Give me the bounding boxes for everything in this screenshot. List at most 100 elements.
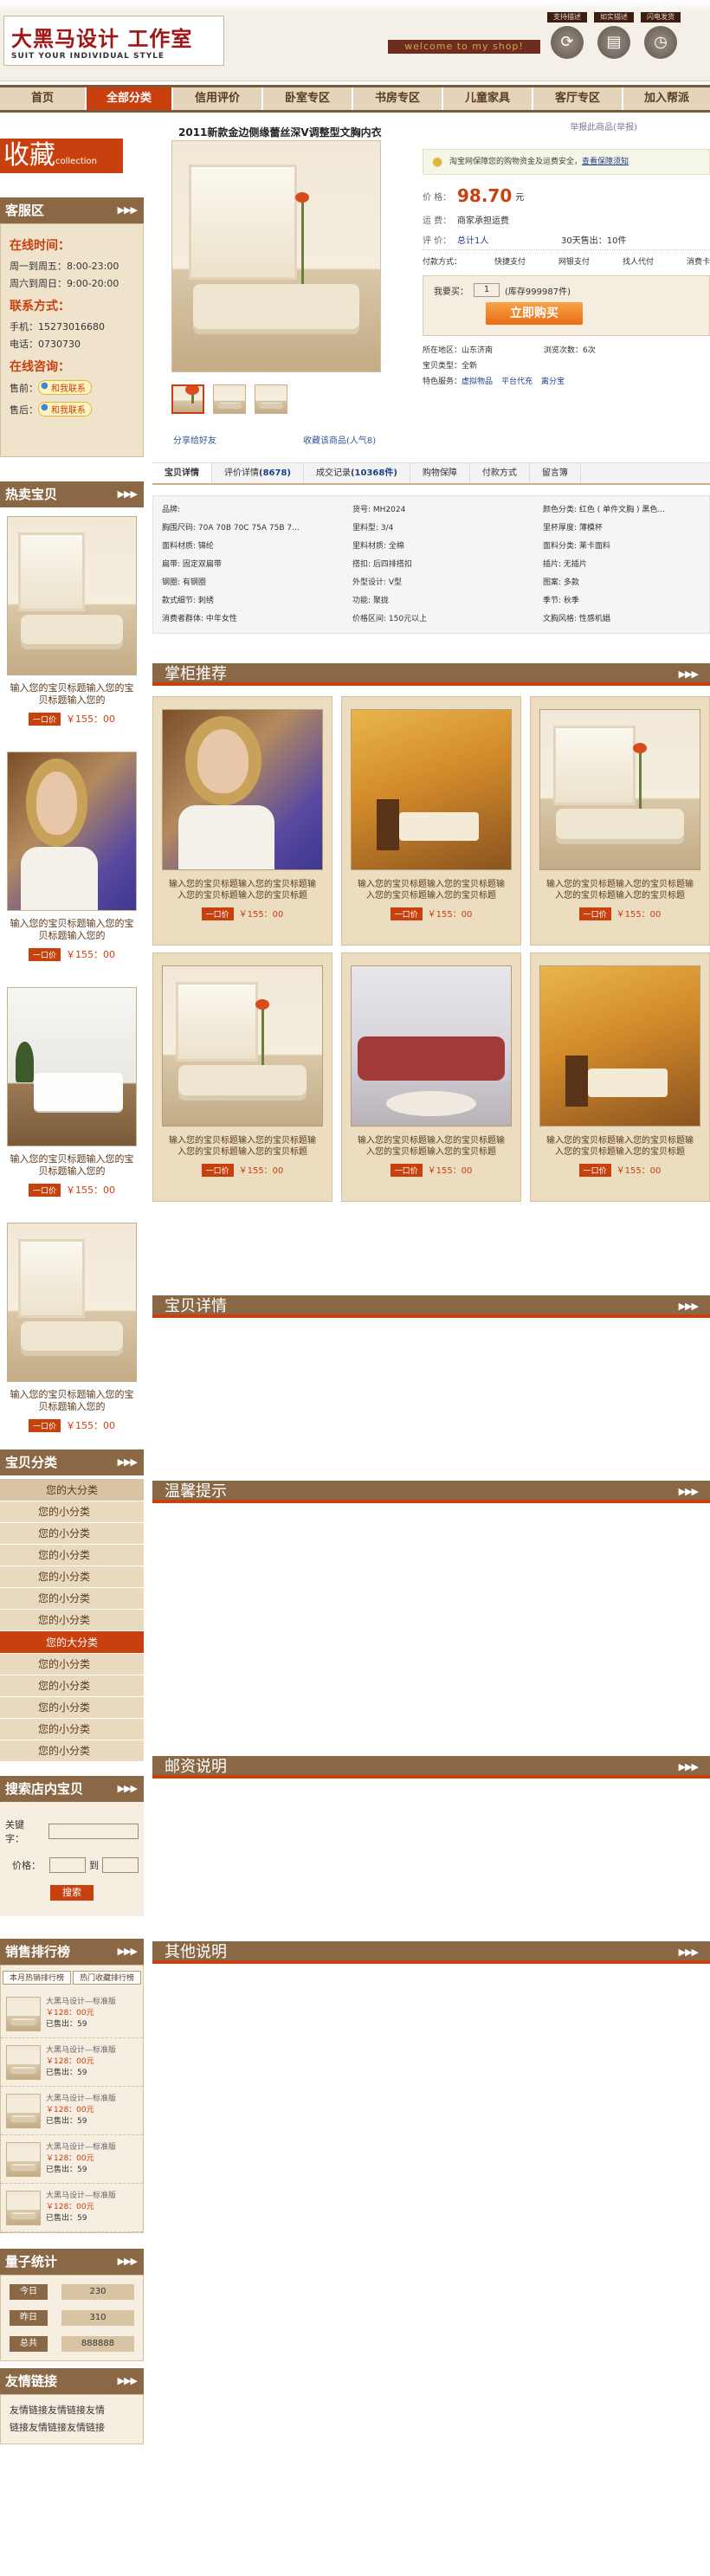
category-big[interactable]: 您的大分类	[0, 1631, 144, 1654]
product-image[interactable]	[351, 965, 512, 1127]
nav-item-study[interactable]: 书房专区	[353, 87, 443, 110]
product-name[interactable]: 输入您的宝贝标题输入您的宝贝标题输入您的宝贝标题输入您的宝贝标题	[169, 879, 316, 901]
product-name[interactable]: 输入您的宝贝标题输入您的宝贝标题输入您的宝贝标题输入您的宝贝标题	[546, 879, 694, 901]
main-product-image[interactable]	[171, 140, 381, 372]
nav-item-credit[interactable]: 信用评价	[173, 87, 263, 110]
pay-bank[interactable]: 网银支付	[558, 255, 590, 267]
category-small[interactable]: 您的小分类	[0, 1588, 144, 1610]
rank-name[interactable]: 大黑马设计—标准版	[46, 2142, 116, 2153]
nav-item-all-categories[interactable]: 全部分类	[87, 87, 173, 110]
product-name[interactable]: 输入您的宝贝标题输入您的宝贝标题输入您的宝贝标题输入您的宝贝标题	[358, 1135, 505, 1158]
nav-item-bedroom[interactable]: 卧室专区	[263, 87, 353, 110]
rank-name[interactable]: 大黑马设计—标准版	[46, 1997, 116, 2008]
category-small[interactable]: 您的小分类	[0, 1654, 144, 1675]
nav-item-join[interactable]: 加入帮派	[623, 87, 710, 110]
category-small[interactable]: 您的小分类	[0, 1501, 144, 1523]
product-image[interactable]	[539, 965, 700, 1127]
pay-card[interactable]: 消费卡	[687, 255, 710, 267]
product-image[interactable]	[162, 965, 323, 1127]
category-small[interactable]: 您的小分类	[0, 1610, 144, 1631]
rank-thumb[interactable]	[6, 2094, 41, 2128]
product-name[interactable]: 输入您的宝贝标题输入您的宝贝标题输入您的宝贝标题输入您的宝贝标题	[546, 1135, 694, 1158]
product-image[interactable]	[7, 516, 137, 675]
product-image[interactable]	[7, 987, 137, 1146]
product-name[interactable]: 输入您的宝贝标题输入您的宝贝标题输入您的宝贝标题输入您的宝贝标题	[169, 1135, 316, 1158]
product-image[interactable]	[7, 1223, 137, 1382]
rank-thumb[interactable]	[6, 1997, 41, 2031]
tab-detail[interactable]: 宝贝详情	[152, 463, 212, 483]
category-small[interactable]: 您的小分类	[0, 1675, 144, 1697]
buy-now-button[interactable]: 立即购买	[486, 302, 583, 325]
rank-name[interactable]: 大黑马设计—标准版	[46, 2191, 116, 2202]
review-link[interactable]: 总计1人	[457, 233, 561, 246]
tab-payment[interactable]: 付款方式	[470, 463, 530, 483]
recommend-card[interactable]: 输入您的宝贝标题输入您的宝贝标题输入您的宝贝标题输入您的宝贝标题 一口价 ￥155…	[152, 952, 332, 1202]
collect-button[interactable]: 收藏collection	[0, 139, 123, 173]
hot-item[interactable]: 输入您的宝贝标题输入您的宝贝标题输入您的 一口价 ￥155：00	[0, 743, 144, 961]
rank-item[interactable]: 大黑马设计—标准版 ￥128：00元 已售出：59	[1, 2135, 143, 2184]
rank-name[interactable]: 大黑马设计—标准版	[46, 2045, 116, 2056]
category-small[interactable]: 您的小分类	[0, 1566, 144, 1588]
rank-name[interactable]: 大黑马设计—标准版	[46, 2094, 116, 2105]
rank-item[interactable]: 大黑马设计—标准版 ￥128：00元 已售出：59	[1, 2038, 143, 2087]
pay-quick[interactable]: 快捷支付	[494, 255, 526, 267]
tab-guestbook[interactable]: 留言簿	[530, 463, 581, 483]
price-min-input[interactable]	[49, 1857, 86, 1873]
nav-item-kids[interactable]: 儿童家具	[443, 87, 533, 110]
category-small[interactable]: 您的小分类	[0, 1697, 144, 1719]
product-image[interactable]	[7, 752, 137, 911]
header-link-support[interactable]: 支持描述 ⟳	[547, 12, 587, 59]
rank-item[interactable]: 大黑马设计—标准版 ￥128：00元 已售出：59	[1, 1990, 143, 2038]
thumbnail[interactable]	[213, 384, 246, 414]
search-button[interactable]: 搜索	[50, 1885, 94, 1901]
rank-item[interactable]: 大黑马设计—标准版 ￥128：00元 已售出：59	[1, 2184, 143, 2232]
pay-proxy[interactable]: 找人代付	[623, 255, 654, 267]
hot-item[interactable]: 输入您的宝贝标题输入您的宝贝标题输入您的 一口价 ￥155：00	[0, 978, 144, 1197]
recommend-card[interactable]: 输入您的宝贝标题输入您的宝贝标题输入您的宝贝标题输入您的宝贝标题 一口价 ￥155…	[530, 696, 710, 946]
quantity-input[interactable]: 1	[474, 283, 500, 297]
rank-thumb[interactable]	[6, 2142, 41, 2177]
product-image[interactable]	[539, 709, 700, 870]
header-link-delivery[interactable]: 闪电发货 ◷	[641, 12, 681, 59]
nav-item-home[interactable]: 首页	[0, 87, 87, 110]
product-name[interactable]: 输入您的宝贝标题输入您的宝贝标题输入您的宝贝标题输入您的宝贝标题	[358, 879, 505, 901]
service-split[interactable]: 离分宝	[541, 378, 565, 386]
category-small[interactable]: 您的小分类	[0, 1719, 144, 1740]
service-recharge[interactable]: 平台代充	[501, 378, 532, 386]
tab-reviews[interactable]: 评价详情(8678)	[212, 463, 304, 483]
recommend-card[interactable]: 输入您的宝贝标题输入您的宝贝标题输入您的宝贝标题输入您的宝贝标题 一口价 ￥155…	[152, 696, 332, 946]
rank-item[interactable]: 大黑马设计—标准版 ￥128：00元 已售出：59	[1, 2087, 143, 2135]
friend-link[interactable]: 链接友情链接友情链接	[10, 2419, 134, 2437]
thumbnail[interactable]	[255, 384, 287, 414]
thumbnail[interactable]	[171, 384, 204, 414]
service-virtual[interactable]: 虚拟物品	[462, 378, 493, 386]
product-name[interactable]: 输入您的宝贝标题输入您的宝贝标题输入您的	[7, 682, 137, 707]
category-small[interactable]: 您的小分类	[0, 1523, 144, 1545]
recommend-card[interactable]: 输入您的宝贝标题输入您的宝贝标题输入您的宝贝标题输入您的宝贝标题 一口价 ￥155…	[530, 952, 710, 1202]
qq-chat-button[interactable]: 和我联系	[38, 380, 92, 395]
report-link[interactable]: 举报此商品(举报)	[570, 119, 637, 132]
recommend-card[interactable]: 输入您的宝贝标题输入您的宝贝标题输入您的宝贝标题输入您的宝贝标题 一口价 ￥155…	[341, 696, 521, 946]
notice-link[interactable]: 查看保障须知	[582, 158, 629, 166]
hot-item[interactable]: 输入您的宝贝标题输入您的宝贝标题输入您的 一口价 ￥155：00	[0, 507, 144, 726]
friend-link[interactable]: 友情链接友情链接友情	[10, 2402, 134, 2419]
tab-monthly-hot[interactable]: 本月热销排行榜	[3, 1971, 71, 1985]
tab-hot-fav[interactable]: 热门收藏排行榜	[73, 1971, 141, 1985]
product-name[interactable]: 输入您的宝贝标题输入您的宝贝标题输入您的	[7, 918, 137, 942]
recommend-card[interactable]: 输入您的宝贝标题输入您的宝贝标题输入您的宝贝标题输入您的宝贝标题 一口价 ￥155…	[341, 952, 521, 1202]
product-image[interactable]	[162, 709, 323, 870]
search-keyword-input[interactable]	[48, 1824, 139, 1839]
nav-item-living[interactable]: 客厅专区	[533, 87, 623, 110]
share-link[interactable]: 分享给好友	[173, 433, 216, 446]
logo[interactable]: 大黑马设计 工作室 SUIT YOUR INDIVIDUAL STYLE	[3, 16, 224, 66]
tab-protection[interactable]: 购物保障	[410, 463, 470, 483]
product-name[interactable]: 输入您的宝贝标题输入您的宝贝标题输入您的	[7, 1153, 137, 1178]
category-small[interactable]: 您的小分类	[0, 1545, 144, 1566]
favorite-link[interactable]: 收藏该商品(人气8)	[303, 433, 376, 446]
product-image[interactable]	[351, 709, 512, 870]
hot-item[interactable]: 输入您的宝贝标题输入您的宝贝标题输入您的 一口价 ￥155：00	[0, 1214, 144, 1432]
category-big[interactable]: 您的大分类	[0, 1479, 144, 1501]
header-link-describe[interactable]: 如实描述 ▤	[594, 12, 634, 59]
product-name[interactable]: 输入您的宝贝标题输入您的宝贝标题输入您的	[7, 1389, 137, 1413]
price-max-input[interactable]	[102, 1857, 139, 1873]
